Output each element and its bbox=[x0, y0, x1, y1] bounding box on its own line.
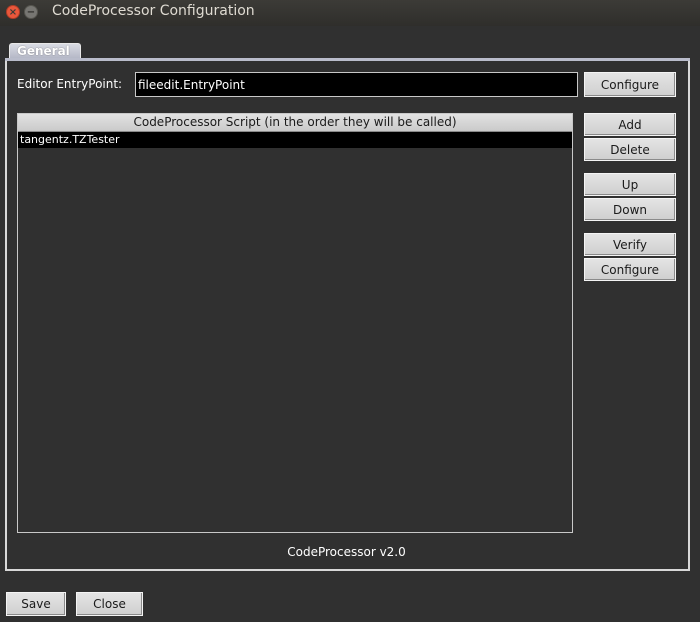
title-bar: × − CodeProcessor Configuration bbox=[0, 0, 700, 26]
script-list[interactable]: CodeProcessor Script (in the order they … bbox=[17, 113, 573, 533]
editor-entrypoint-label: Editor EntryPoint: bbox=[17, 77, 123, 91]
configure-script-button[interactable]: Configure bbox=[584, 258, 676, 281]
close-button[interactable]: Close bbox=[76, 592, 143, 616]
editor-entrypoint-input[interactable] bbox=[135, 72, 578, 97]
tab-general[interactable]: General bbox=[9, 43, 81, 58]
script-list-header[interactable]: CodeProcessor Script (in the order they … bbox=[18, 114, 572, 132]
down-button[interactable]: Down bbox=[584, 198, 676, 221]
list-item[interactable]: tangentz.TZTester bbox=[18, 132, 572, 148]
save-button[interactable]: Save bbox=[6, 592, 66, 616]
version-label: CodeProcessor v2.0 bbox=[287, 545, 406, 559]
minimize-icon[interactable]: − bbox=[24, 5, 38, 19]
add-button[interactable]: Add bbox=[584, 113, 676, 136]
delete-button[interactable]: Delete bbox=[584, 138, 676, 161]
window-title: CodeProcessor Configuration bbox=[52, 3, 255, 19]
up-button[interactable]: Up bbox=[584, 173, 676, 196]
verify-button[interactable]: Verify bbox=[584, 233, 676, 256]
configure-entrypoint-button[interactable]: Configure bbox=[584, 72, 676, 97]
close-icon[interactable]: × bbox=[6, 5, 20, 19]
